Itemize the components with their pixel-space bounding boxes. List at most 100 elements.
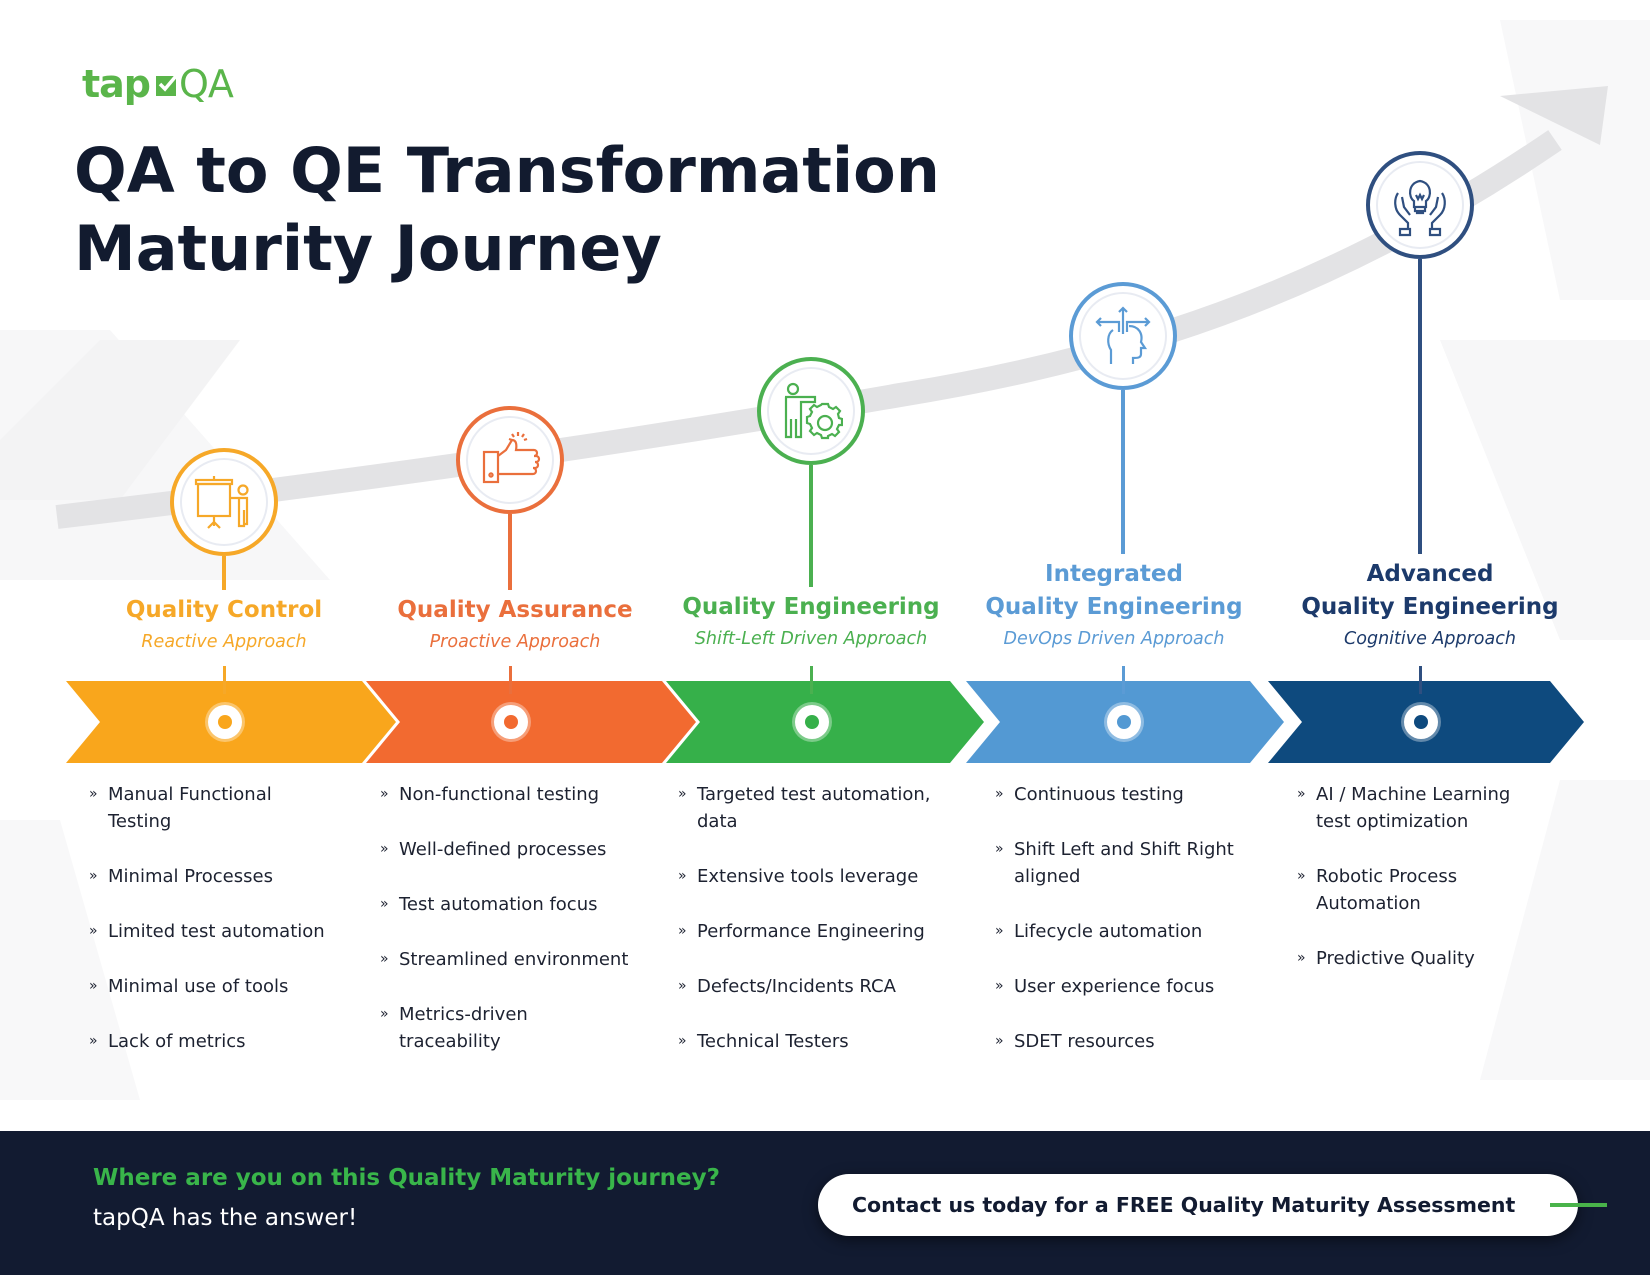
list-item-text: SDET resources	[1014, 1031, 1155, 1052]
stage-stem	[809, 465, 813, 587]
bullet: »	[995, 841, 1004, 857]
page-title: QA to QE Transformation Maturity Journey	[74, 132, 940, 288]
bullet: »	[678, 786, 687, 802]
list-item: » Technical Testers	[678, 1028, 958, 1055]
dot-stem	[1122, 666, 1125, 694]
bullet: »	[89, 923, 98, 939]
list-item-text: Continuous testing	[1014, 784, 1184, 805]
presentation-icon	[194, 476, 249, 529]
dot-stem	[509, 666, 512, 694]
bullet: »	[678, 1033, 687, 1049]
bullet: »	[380, 786, 389, 802]
logo-text-qa: QA	[179, 62, 234, 106]
dot-stem	[810, 666, 813, 694]
bullet: »	[678, 868, 687, 884]
page-title-line-2: Maturity Journey	[74, 212, 662, 285]
stage-stem	[1121, 390, 1125, 554]
stage-subtitle: DevOps Driven Approach	[1003, 629, 1225, 649]
bullet: »	[995, 786, 1004, 802]
list-item: » Streamlined environment	[380, 946, 650, 973]
dot-stem	[1419, 666, 1422, 694]
list-item: » Minimal use of tools	[89, 973, 339, 1000]
stage-title: Quality Engineering	[682, 594, 940, 620]
stage-heading: Advanced Quality Engineering Cognitive A…	[1280, 558, 1580, 654]
page-title-line-1: QA to QE Transformation	[74, 134, 940, 207]
bullet: »	[380, 1006, 389, 1022]
stage-marker-dot	[208, 705, 242, 739]
logo-text-tap: tap	[82, 62, 151, 106]
stage-marker-dot	[795, 705, 829, 739]
stage-subtitle: Proactive Approach	[429, 632, 601, 652]
list-item-text: Streamlined environment	[399, 949, 629, 970]
list-item-text: Limited test automation	[108, 921, 325, 942]
bullet: »	[995, 978, 1004, 994]
bullet: »	[380, 896, 389, 912]
footer-answer: tapQA has the answer!	[93, 1205, 358, 1231]
list-item-text: Defects/Incidents RCA	[697, 976, 896, 997]
head-arrows-icon	[1095, 306, 1151, 364]
list-item-text: Test automation focus	[399, 894, 598, 915]
stage-icon-circle	[1069, 282, 1177, 390]
list-item: » AI / Machine Learning test optimization	[1297, 781, 1532, 835]
list-item-text: Technical Testers	[697, 1031, 849, 1052]
stage-heading: Quality Assurance Proactive Approach	[365, 594, 665, 657]
list-item-text: Performance Engineering	[697, 921, 925, 942]
contact-cta-button[interactable]: Contact us today for a FREE Quality Matu…	[818, 1174, 1578, 1236]
list-item: » Shift Left and Shift Right aligned	[995, 836, 1257, 890]
stage-title: Quality Assurance	[397, 597, 633, 623]
stage-list-advanced-qe: » AI / Machine Learning test optimization…	[1297, 781, 1532, 1000]
bullet: »	[995, 1033, 1004, 1049]
stage-heading: Quality Control Reactive Approach	[74, 594, 374, 657]
list-item-text: Extensive tools leverage	[697, 866, 919, 887]
person-gear-icon	[784, 382, 843, 440]
list-item: » Limited test automation	[89, 918, 339, 945]
hands-lightbulb-icon	[1394, 179, 1446, 237]
list-item-text: Predictive Quality	[1316, 948, 1475, 969]
list-item-text: Non-functional testing	[399, 784, 600, 805]
stage-list-quality-engineering: » Targeted test automation, data » Extensi…	[678, 781, 958, 1083]
footer-question: Where are you on this Quality Maturity j…	[93, 1165, 720, 1191]
list-item-text: Shift Left and Shift Right aligned	[1014, 839, 1234, 887]
bullet: »	[89, 1033, 98, 1049]
stage-title: Quality Control	[125, 597, 323, 623]
stage-list-quality-assurance: » Non-functional testing » Well-defined pr…	[380, 781, 650, 1083]
checkbox-check-icon	[156, 74, 178, 96]
stage-icon-circle	[1366, 151, 1474, 259]
bullet: »	[380, 841, 389, 857]
bullet: »	[678, 923, 687, 939]
tapqa-logo: tap QA	[82, 62, 234, 106]
list-item: » Metrics-driven traceability	[380, 1001, 599, 1055]
list-item: » Defects/Incidents RCA	[678, 973, 958, 1000]
list-item: » Predictive Quality	[1297, 945, 1532, 972]
list-item-text: Minimal Processes	[108, 866, 273, 887]
stage-icon-circle	[456, 406, 564, 514]
list-item: » Targeted test automation, data	[678, 781, 958, 835]
list-item: » Non-functional testing	[380, 781, 650, 808]
list-item-text: Targeted test automation, data	[697, 784, 931, 832]
list-item: » Robotic Process Automation	[1297, 863, 1532, 917]
thumbs-up-icon	[482, 432, 541, 484]
stage-heading: Quality Engineering Shift-Left Driven Ap…	[661, 591, 961, 654]
list-item: » Lifecycle automation	[995, 918, 1257, 945]
stage-stem	[508, 514, 512, 590]
list-item-text: AI / Machine Learning test optimization	[1316, 784, 1511, 832]
list-item-text: Well-defined processes	[399, 839, 607, 860]
stage-subtitle: Shift-Left Driven Approach	[694, 629, 928, 649]
list-item-text: Robotic Process Automation	[1316, 866, 1458, 914]
stage-icon-circle	[757, 357, 865, 465]
list-item: » Well-defined processes	[380, 836, 650, 863]
list-item: » Lack of metrics	[89, 1028, 339, 1055]
list-item-text: Lack of metrics	[108, 1031, 246, 1052]
stage-subtitle: Cognitive Approach	[1344, 629, 1516, 649]
bullet: »	[1297, 868, 1306, 884]
list-item-text: Minimal use of tools	[108, 976, 289, 997]
stage-stem	[1418, 259, 1422, 554]
bullet: »	[678, 978, 687, 994]
stage-marker-dot	[1107, 705, 1141, 739]
bullet: »	[1297, 786, 1306, 802]
bullet: »	[89, 786, 98, 802]
stage-pre-title: Advanced	[1366, 561, 1494, 587]
list-item: » SDET resources	[995, 1028, 1257, 1055]
dot-stem	[223, 666, 226, 694]
list-item: » Test automation focus	[380, 891, 650, 918]
